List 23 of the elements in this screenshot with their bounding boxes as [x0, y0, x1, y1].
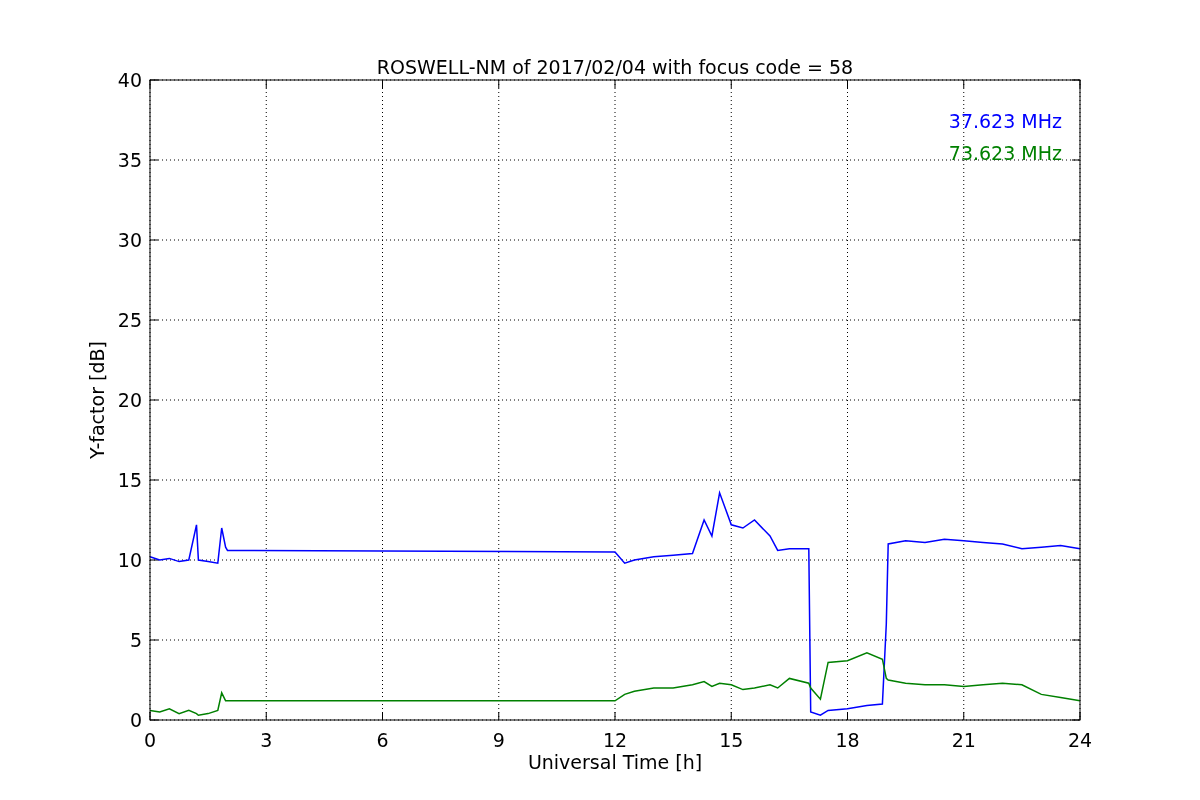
- y-tick-label: 5: [129, 629, 142, 651]
- y-axis-label: Y-factor [dB]: [86, 341, 108, 459]
- x-tick-label: 18: [835, 729, 860, 751]
- x-tick-label: 6: [376, 729, 389, 751]
- x-tick-label: 12: [602, 729, 628, 751]
- y-tick-label: 25: [117, 309, 142, 331]
- x-axis-label: Universal Time [h]: [527, 751, 703, 773]
- y-tick-label: 0: [129, 709, 142, 731]
- chart-title: ROSWELL-NM of 2017/02/04 with focus code = 58: [376, 56, 854, 78]
- x-tick-label: 3: [260, 729, 273, 751]
- y-tick-label: 15: [117, 469, 142, 491]
- x-tick-label: 15: [719, 729, 744, 751]
- x-tick-label: 9: [492, 729, 505, 751]
- y-tick-label: 40: [117, 69, 142, 91]
- y-tick-label: 35: [117, 149, 142, 171]
- y-tick-label: 30: [117, 229, 142, 251]
- legend-entry: 73.623 MHz: [948, 142, 1062, 164]
- x-tick-label: 0: [143, 729, 157, 751]
- x-tick-label: 24: [1067, 729, 1093, 751]
- x-tick-label: 21: [951, 729, 976, 751]
- y-tick-label: 10: [117, 549, 142, 571]
- y-tick-label: 20: [117, 389, 142, 411]
- legend-entry: 37.623 MHz: [948, 110, 1062, 132]
